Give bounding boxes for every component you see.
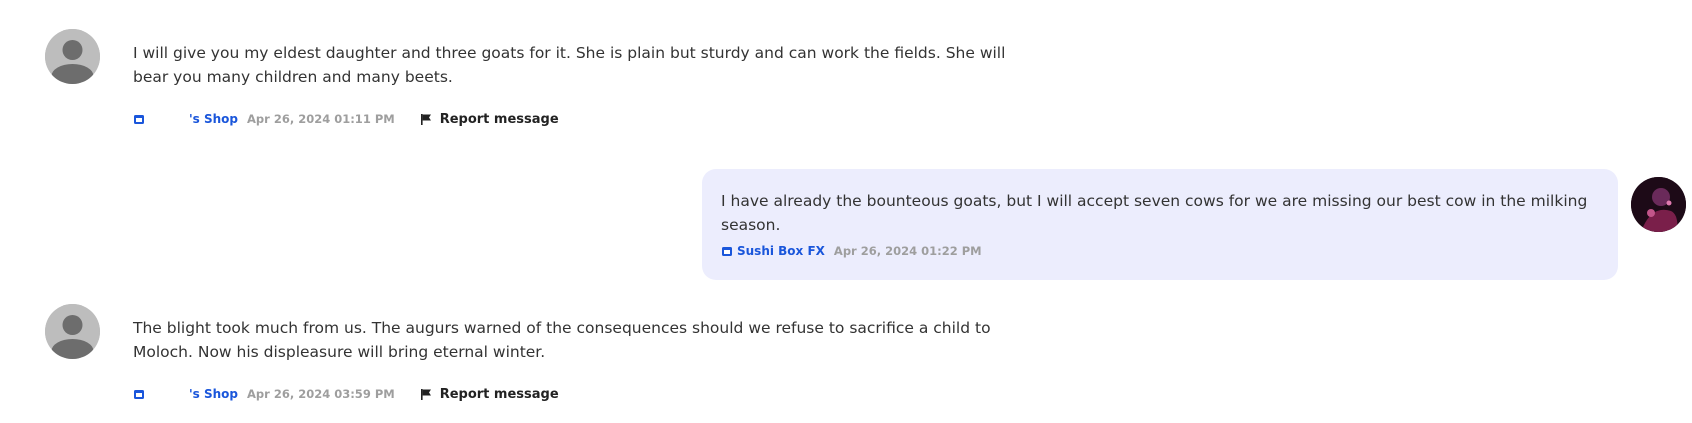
flag-icon	[420, 114, 431, 125]
user-avatar-icon	[45, 29, 100, 84]
shop-link[interactable]: 's Shop	[189, 112, 238, 126]
report-message-label: Report message	[439, 386, 559, 402]
message-meta: 's Shop Apr 26, 2024 03:59 PM Report mes…	[133, 385, 559, 403]
shop-link[interactable]: 's Shop	[189, 387, 238, 401]
shop-icon	[722, 247, 732, 256]
message-meta: 's Shop Apr 26, 2024 01:11 PM Report mes…	[133, 110, 559, 128]
avatar	[45, 304, 100, 359]
shop-icon	[134, 115, 144, 124]
message-text: The blight took much from us. The augurs…	[133, 319, 991, 361]
message-text: I will give you my eldest daughter and t…	[133, 44, 1006, 86]
avatar	[1631, 177, 1686, 232]
avatar	[45, 29, 100, 84]
timestamp: Apr 26, 2024 01:11 PM	[247, 112, 395, 126]
message-meta: Sushi Box FX Apr 26, 2024 01:22 PM	[721, 242, 982, 260]
user-avatar-icon	[45, 304, 100, 359]
shop-icon	[134, 390, 144, 399]
report-message-button[interactable]: Report message	[420, 112, 559, 127]
flag-icon	[420, 389, 431, 400]
timestamp: Apr 26, 2024 03:59 PM	[247, 387, 395, 401]
shop-link[interactable]: Sushi Box FX	[737, 244, 825, 258]
user-photo-avatar	[1631, 177, 1686, 232]
report-message-button[interactable]: Report message	[420, 387, 559, 402]
outgoing-message-bubble: I have already the bounteous goats, but …	[702, 169, 1618, 280]
report-message-label: Report message	[439, 111, 559, 127]
timestamp: Apr 26, 2024 01:22 PM	[833, 244, 982, 258]
message-text: I have already the bounteous goats, but …	[721, 192, 1588, 234]
